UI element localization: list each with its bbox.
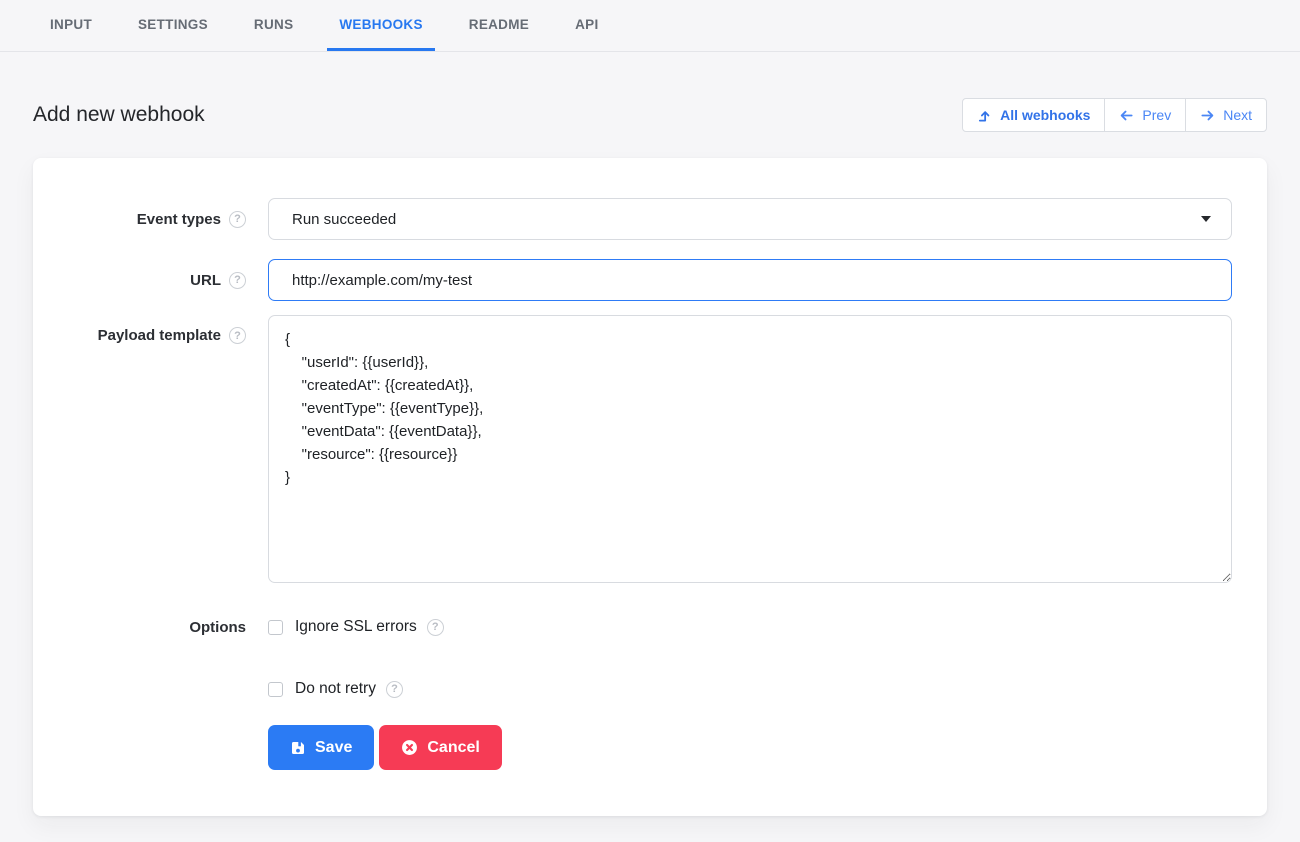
cancel-label: Cancel [427, 739, 479, 757]
help-icon[interactable]: ? [229, 327, 246, 344]
options-row-retry: Do not retry ? [33, 680, 1232, 698]
page-title: Add new webhook [33, 103, 205, 127]
chevron-down-icon [1201, 216, 1211, 222]
webhook-form-card: Event types ? Run succeeded URL ? Payloa… [33, 158, 1267, 816]
tab-runs[interactable]: RUNS [242, 0, 305, 51]
arrow-left-icon [1119, 108, 1134, 123]
tab-bar: INPUT SETTINGS RUNS WEBHOOKS README API [0, 0, 1300, 52]
url-input[interactable] [268, 259, 1232, 301]
payload-template-label: Payload template [98, 327, 221, 344]
tab-webhooks[interactable]: WEBHOOKS [327, 0, 434, 51]
payload-template-textarea[interactable]: { "userId": {{userId}}, "createdAt": {{c… [268, 315, 1232, 583]
page-header: Add new webhook All webhooks Prev [33, 98, 1267, 132]
next-button[interactable]: Next [1185, 98, 1267, 132]
next-label: Next [1223, 107, 1252, 123]
actions-row: Save Cancel [33, 725, 1232, 770]
tab-readme[interactable]: README [457, 0, 541, 51]
do-not-retry-label: Do not retry [295, 680, 376, 698]
ignore-ssl-errors-label: Ignore SSL errors [295, 618, 417, 636]
payload-template-row: Payload template ? { "userId": {{userId}… [33, 315, 1232, 588]
tab-api[interactable]: API [563, 0, 610, 51]
x-circle-icon [401, 739, 418, 756]
url-label: URL [190, 272, 221, 289]
event-types-selected-value: Run succeeded [292, 211, 396, 228]
help-icon[interactable]: ? [229, 272, 246, 289]
all-webhooks-label: All webhooks [1000, 107, 1090, 123]
help-icon[interactable]: ? [427, 619, 444, 636]
arrow-up-from-line-icon [977, 108, 992, 123]
help-icon[interactable]: ? [229, 211, 246, 228]
help-icon[interactable]: ? [386, 681, 403, 698]
arrow-right-icon [1200, 108, 1215, 123]
event-types-select[interactable]: Run succeeded [268, 198, 1232, 240]
all-webhooks-button[interactable]: All webhooks [962, 98, 1105, 132]
options-label: Options [189, 619, 246, 636]
tab-input[interactable]: INPUT [38, 0, 104, 51]
save-label: Save [315, 739, 352, 757]
url-row: URL ? [33, 259, 1232, 301]
event-types-row: Event types ? Run succeeded [33, 198, 1232, 240]
event-types-label: Event types [137, 211, 221, 228]
ignore-ssl-errors-checkbox[interactable] [268, 620, 283, 635]
tab-settings[interactable]: SETTINGS [126, 0, 220, 51]
prev-button[interactable]: Prev [1104, 98, 1186, 132]
webhook-nav-buttons: All webhooks Prev Next [962, 98, 1267, 132]
options-row-ssl: Options Ignore SSL errors ? [33, 618, 1232, 636]
save-button[interactable]: Save [268, 725, 374, 770]
floppy-disk-icon [290, 740, 306, 756]
do-not-retry-checkbox[interactable] [268, 682, 283, 697]
cancel-button[interactable]: Cancel [379, 725, 501, 770]
prev-label: Prev [1142, 107, 1171, 123]
